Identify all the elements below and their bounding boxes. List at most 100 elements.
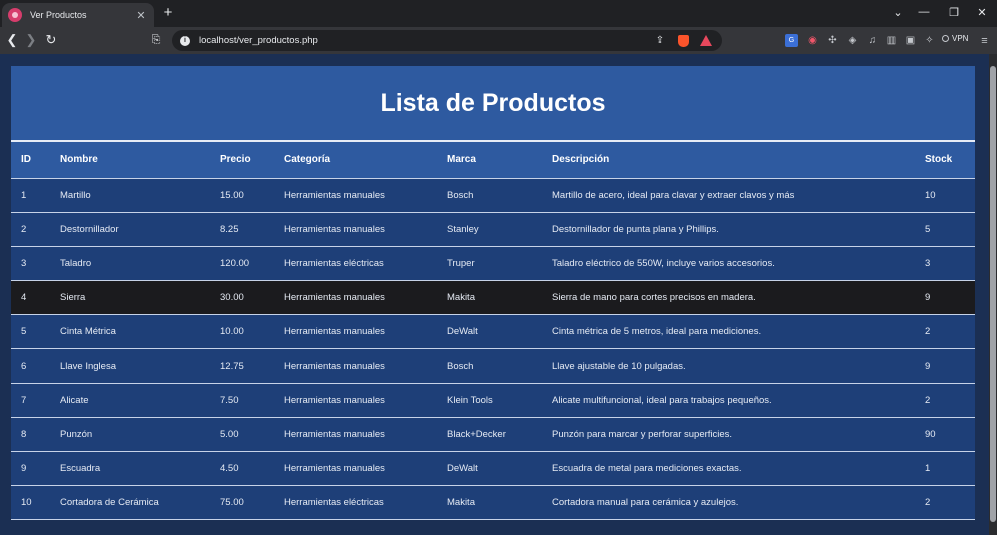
cell-categoria: Herramientas manuales <box>274 212 437 247</box>
translate-icon[interactable]: G <box>785 34 798 47</box>
cell-descripcion: Alicate multifuncional, ideal para traba… <box>542 383 915 418</box>
table-row: 5 Cinta Métrica 10.00 Herramientas manuales… <box>11 314 975 350</box>
bookmark-icon[interactable]: ⎘ <box>148 32 164 48</box>
cell-stock: 3 <box>915 246 975 282</box>
cell-stock: 9 <box>915 280 975 316</box>
cell-categoria: Herramientas eléctricas <box>274 246 437 282</box>
back-icon[interactable]: ❮ <box>4 32 20 48</box>
brave-shield-icon[interactable] <box>676 34 690 48</box>
forward-icon[interactable]: ❯ <box>23 32 39 48</box>
reading-list-icon[interactable]: ▥ <box>885 34 898 47</box>
info-icon[interactable]: i <box>180 35 190 46</box>
cell-id: 3 <box>11 246 50 282</box>
cell-stock: 2 <box>915 383 975 418</box>
header-precio: Precio <box>210 142 274 179</box>
cell-marca: Makita <box>437 485 542 521</box>
cell-marca: Bosch <box>437 178 542 213</box>
cell-categoria: Herramientas manuales <box>274 451 437 487</box>
cell-precio: 15.00 <box>210 178 274 213</box>
cell-precio: 5.00 <box>210 417 274 453</box>
cell-precio: 75.00 <box>210 485 274 521</box>
tab-strip: Ver Productos ✕ + ⌄ — ❐ ✕ <box>0 0 997 27</box>
brave-rewards-icon[interactable] <box>699 34 713 48</box>
reload-icon[interactable]: ↻ <box>43 32 59 48</box>
cell-precio: 8.25 <box>210 212 274 247</box>
url-text[interactable]: localhost/ver_productos.php <box>199 35 653 46</box>
cell-id: 5 <box>11 314 50 350</box>
page-scrollbar[interactable] <box>989 54 997 535</box>
header-descripcion: Descripción <box>542 142 915 179</box>
extension-puzzle-icon[interactable]: ✣ <box>826 34 839 47</box>
cell-marca: Makita <box>437 280 542 316</box>
cell-precio: 10.00 <box>210 314 274 350</box>
leo-icon[interactable]: ◈ <box>846 34 859 47</box>
cell-categoria: Herramientas manuales <box>274 383 437 418</box>
cell-id: 8 <box>11 417 50 453</box>
cell-nombre: Alicate <box>50 383 210 418</box>
music-icon[interactable]: ♫ <box>866 34 879 47</box>
cell-marca: Black+Decker <box>437 417 542 453</box>
page-viewport: Lista de Productos ID Nombre Precio Cate… <box>0 54 997 535</box>
cell-marca: DeWalt <box>437 451 542 487</box>
cell-descripcion: Taladro eléctrico de 550W, incluye vario… <box>542 246 915 282</box>
cell-precio: 4.50 <box>210 451 274 487</box>
tab-search-icon[interactable]: ⌄ <box>890 6 906 19</box>
table-row: 6 Llave Inglesa 12.75 Herramientas manuales… <box>11 348 975 384</box>
close-window-button[interactable]: ✕ <box>974 6 990 19</box>
products-table: ID Nombre Precio Categoría Marca Descrip… <box>11 142 975 521</box>
cell-categoria: Herramientas manuales <box>274 314 437 350</box>
cell-precio: 30.00 <box>210 280 274 316</box>
table-row-hovered: 4 Sierra 30.00 Herramientas manuales Makita S… <box>11 280 975 316</box>
cell-id: 10 <box>11 485 50 521</box>
cell-categoria: Herramientas manuales <box>274 417 437 453</box>
cell-categoria: Herramientas eléctricas <box>274 485 437 521</box>
cell-categoria: Herramientas manuales <box>274 178 437 213</box>
restore-button[interactable]: ❐ <box>946 6 962 19</box>
cell-descripcion: Destornillador de punta plana y Phillips… <box>542 212 915 247</box>
cell-precio: 12.75 <box>210 348 274 384</box>
minimize-button[interactable]: — <box>916 6 932 18</box>
record-icon[interactable]: ◉ <box>806 34 819 47</box>
cell-categoria: Herramientas manuales <box>274 348 437 384</box>
header-nombre: Nombre <box>50 142 210 179</box>
table-body: 1 Martillo 15.00 Herramientas manuales Bosch… <box>11 178 975 521</box>
sparkle-icon[interactable]: ✧ <box>923 34 936 47</box>
cell-descripcion: Martillo de acero, ideal para clavar y e… <box>542 178 915 213</box>
wallet-icon[interactable]: ▣ <box>904 34 917 47</box>
cell-descripcion: Escuadra de metal para mediciones exacta… <box>542 451 915 487</box>
vpn-button[interactable]: VPN <box>942 34 968 43</box>
cell-nombre: Escuadra <box>50 451 210 487</box>
table-row: 8 Punzón 5.00 Herramientas manuales Black+De… <box>11 417 975 453</box>
cell-marca: Klein Tools <box>437 383 542 418</box>
cell-id: 1 <box>11 178 50 213</box>
cell-stock: 2 <box>915 485 975 521</box>
tab-close-icon[interactable]: ✕ <box>134 9 148 22</box>
header-categoria: Categoría <box>274 142 437 179</box>
cell-descripcion: Sierra de mano para cortes precisos en m… <box>542 280 915 316</box>
vpn-label: VPN <box>952 34 969 43</box>
header-marca: Marca <box>437 142 542 179</box>
cell-stock: 1 <box>915 451 975 487</box>
address-bar[interactable]: i localhost/ver_productos.php ⇪ <box>172 30 722 51</box>
cell-stock: 10 <box>915 178 975 213</box>
cell-descripcion: Cortadora manual para cerámica y azulejo… <box>542 485 915 521</box>
cell-stock: 5 <box>915 212 975 247</box>
table-row: 9 Escuadra 4.50 Herramientas manuales DeWalt… <box>11 451 975 487</box>
table-row: 10 Cortadora de Cerámica 75.00 Herramientas… <box>11 485 975 521</box>
header-stock: Stock <box>915 142 975 179</box>
table-row: 1 Martillo 15.00 Herramientas manuales Bosch… <box>11 178 975 213</box>
cell-nombre: Punzón <box>50 417 210 453</box>
menu-icon[interactable]: ≡ <box>978 34 991 47</box>
cell-marca: DeWalt <box>437 314 542 350</box>
cell-nombre: Llave Inglesa <box>50 348 210 384</box>
share-icon[interactable]: ⇪ <box>653 34 667 48</box>
table-row: 7 Alicate 7.50 Herramientas manuales Klein T… <box>11 383 975 418</box>
browser-toolbar: ❮ ❯ ↻ ⎘ i localhost/ver_productos.php ⇪ … <box>0 27 997 54</box>
scroll-thumb[interactable] <box>990 66 996 522</box>
cell-marca: Truper <box>437 246 542 282</box>
tab-ver-productos[interactable]: Ver Productos ✕ <box>2 3 154 27</box>
table-header-row: ID Nombre Precio Categoría Marca Descrip… <box>11 142 975 179</box>
cell-id: 9 <box>11 451 50 487</box>
cell-nombre: Cortadora de Cerámica <box>50 485 210 521</box>
new-tab-button[interactable]: + <box>160 5 176 21</box>
